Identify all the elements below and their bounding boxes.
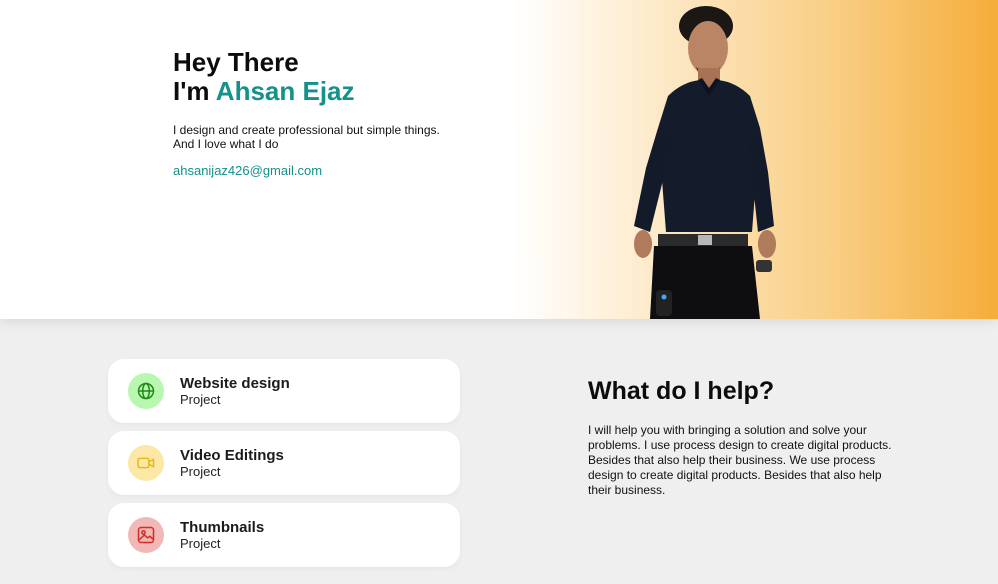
profile-photo <box>634 6 776 319</box>
help-section: What do I help? I will help you with bri… <box>588 376 908 498</box>
name-prefix: I'm <box>173 76 216 106</box>
email-link[interactable]: ahsanijaz426@gmail.com <box>173 163 322 178</box>
hero-section: Hey There I'm Ahsan Ejaz I design and cr… <box>0 0 998 319</box>
image-icon <box>128 517 164 553</box>
service-title: Video Editings <box>180 447 284 464</box>
video-camera-icon-glyph <box>137 457 155 469</box>
hero-name-line: I'm Ahsan Ejaz <box>173 77 463 106</box>
service-subtitle: Project <box>180 536 221 551</box>
service-text: Thumbnails Project <box>180 519 264 551</box>
service-text: Video Editings Project <box>180 447 284 479</box>
hero-bio: I design and create professional but sim… <box>173 123 440 151</box>
service-text: Website design Project <box>180 375 290 407</box>
globe-icon <box>128 373 164 409</box>
help-title: What do I help? <box>588 377 775 405</box>
hero-name: Ahsan Ejaz <box>215 76 355 106</box>
video-camera-icon <box>128 445 164 481</box>
hero-text: Hey There I'm Ahsan Ejaz I design and cr… <box>173 48 463 180</box>
help-text: I will help you with bringing a solution… <box>588 423 892 497</box>
service-title: Thumbnails <box>180 519 265 536</box>
hero-greeting: Hey There <box>173 47 299 77</box>
globe-icon-glyph <box>137 382 155 400</box>
service-subtitle: Project <box>180 392 221 407</box>
image-icon-glyph <box>137 526 155 544</box>
service-subtitle: Project <box>180 464 221 479</box>
service-card-video-editings[interactable]: Video Editings Project <box>108 431 460 495</box>
service-title: Website design <box>180 375 290 392</box>
service-card-website-design[interactable]: Website design Project <box>108 359 460 423</box>
services-list: Website design Project Video Editings Pr… <box>108 359 460 575</box>
service-card-thumbnails[interactable]: Thumbnails Project <box>108 503 460 567</box>
